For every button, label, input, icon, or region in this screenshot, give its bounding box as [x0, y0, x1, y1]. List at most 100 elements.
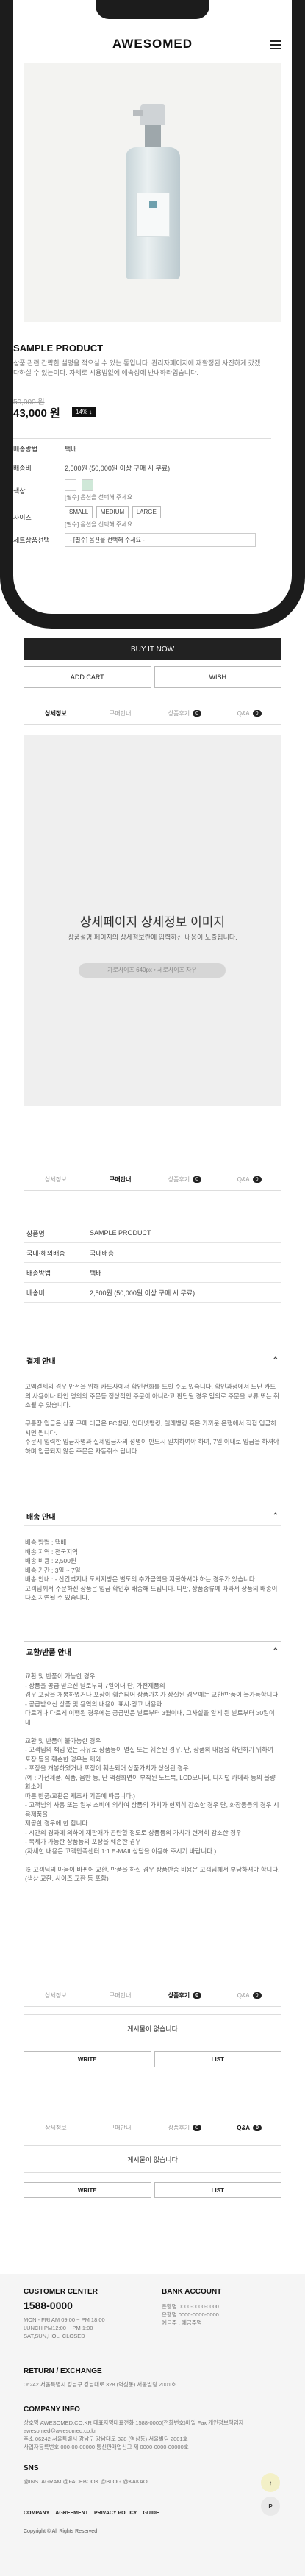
return-exchange-title: RETURN / EXCHANGE [24, 2367, 102, 2375]
tab-label: Q&A [237, 1992, 250, 1999]
size-button-medium[interactable]: MEDIUM [96, 505, 129, 518]
company-info-body: 상호명 AWESOMED.CO.KR 대표자명대표전화 1588-0000(전화… [24, 2419, 244, 2450]
section-title: 교환/반품 안내 [26, 1648, 71, 1657]
footer-link-agreement[interactable]: AGREEMENT [55, 2511, 88, 2516]
qna-tabs: 상세정보 구매안내 상품후기 0 Q&A 0 [24, 2117, 281, 2139]
tab-label: 상세정보 [45, 1992, 67, 1999]
qna-board-buttons: WRITE LIST [24, 2182, 281, 2198]
detail-image-placeholder: 상세페이지 상세정보 이미지 상품설명 페이지의 상세정보란에 입력하신 내용이… [24, 735, 281, 1106]
site-logo[interactable]: AWESOMED [13, 37, 292, 51]
tab-review[interactable]: 상품후기 0 [153, 1169, 218, 1190]
detail-title: 상세페이지 상세정보 이미지 [79, 915, 226, 929]
tab-qna[interactable]: Q&A 0 [217, 1169, 281, 1190]
product-info-table: 상품명 SAMPLE PRODUCT 국내·해외배송 국내배송 배송방법 택배 배송비… [24, 1223, 281, 1303]
tab-label: 상품후기 [168, 1992, 190, 1999]
footer-link-privacy[interactable]: PRIVACY POLICY [94, 2511, 137, 2516]
table-row: 국내·해외배송 국내배송 [24, 1243, 281, 1263]
bank-account-title: BANK ACCOUNT [162, 2288, 222, 2296]
sns-links[interactable]: @INSTAGRAM @FACEBOOK @BLOG @KAKAO [24, 2477, 148, 2486]
detail-size-hint: 가로사이즈 640px • 세로사이즈 자유 [79, 963, 226, 978]
tab-review[interactable]: 상품후기 0 [153, 1985, 218, 2006]
tab-review[interactable]: 상품후기 0 [153, 2117, 218, 2139]
info-key: 배송방법 [26, 1269, 51, 1277]
customer-center-phone[interactable]: 1588-0000 [24, 2300, 73, 2311]
exchange-guide-body: 교환 및 반품이 가능한 경우 - 상품을 공급 받으신 날로부터 7일이내 단… [25, 1672, 280, 1882]
qna-list-button[interactable]: LIST [154, 2182, 281, 2198]
tab-count-badge: 0 [252, 1992, 262, 1999]
size-button-large[interactable]: LARGE [132, 505, 161, 518]
tab-label: 상세정보 [45, 1176, 67, 1183]
review-tabs: 상세정보 구매안내 상품후기 0 Q&A 0 [24, 1985, 281, 2007]
tab-purchase-guide[interactable]: 구매안내 [88, 703, 153, 724]
tab-count-badge: 0 [253, 2125, 262, 2131]
info-key: 배송비 [26, 1289, 45, 1297]
tab-detail[interactable]: 상세정보 [24, 703, 88, 724]
tab-qna[interactable]: Q&A 0 [217, 2117, 281, 2139]
product-image [24, 63, 281, 322]
tab-purchase-guide[interactable]: 구매안내 [88, 2117, 153, 2139]
option-value: 2,500원 (50,000원 이상 구매 시 무료) [65, 464, 171, 472]
tab-label: Q&A [237, 1176, 250, 1183]
tab-purchase-guide[interactable]: 구매안내 [88, 1985, 153, 2006]
review-empty-message: 게시물이 없습니다 [24, 2014, 281, 2042]
set-product-select[interactable]: - [필수] 옵션을 선택해 주세요 - [65, 532, 256, 547]
section-title: 배송 안내 [26, 1513, 56, 1522]
info-value: 2,500원 (50,000원 이상 구매 시 무료) [90, 1289, 195, 1297]
tab-detail[interactable]: 상세정보 [24, 1985, 88, 2006]
delivery-guide-header[interactable]: 배송 안내 ⌃ [24, 1506, 281, 1526]
footer-link-company[interactable]: COMPANY [24, 2511, 49, 2516]
product-description: 상품 관련 간략한 설명을 적으실 수 있는 통입니다. 관리자페이지에 재활정… [13, 359, 261, 376]
tab-count-badge: 0 [193, 2125, 202, 2131]
option-label: 배송방법 [13, 445, 38, 453]
customer-center-hours: MON - FRI AM 09:00 ~ PM 18:00 LUNCH PM12… [24, 2316, 105, 2339]
option-label: 세트상품선택 [13, 536, 50, 544]
hamburger-menu-icon[interactable] [270, 40, 281, 49]
color-swatch-white[interactable] [65, 479, 76, 491]
p-badge-icon[interactable]: P [261, 2497, 280, 2516]
size-button-small[interactable]: SMALL [65, 505, 93, 518]
section-title: 결제 안내 [26, 1357, 56, 1366]
info-value: 택배 [90, 1269, 102, 1277]
option-shipping-row: 배송방법 택배 [13, 439, 271, 458]
color-swatch-mint[interactable] [81, 479, 93, 491]
option-color-row: 색상 [필수] 옵션을 선택해 주세요 [13, 477, 271, 504]
tab-label: 상품후기 [168, 2125, 190, 2131]
tab-detail[interactable]: 상세정보 [24, 1169, 88, 1190]
discount-badge: 14% ↓ [72, 407, 96, 417]
copyright: Copyright © All Rights Reserved [24, 2529, 98, 2534]
tab-detail[interactable]: 상세정보 [24, 2117, 88, 2139]
tab-count-badge: 0 [252, 710, 262, 717]
detail-tabs: 상세정보 구매안내 상품후기 0 Q&A 0 [24, 703, 281, 725]
exchange-guide-header[interactable]: 교환/반품 안내 ⌃ [24, 1641, 281, 1661]
qna-write-button[interactable]: WRITE [24, 2182, 151, 2198]
table-row: 배송비 2,500원 (50,000원 이상 구매 시 무료) [24, 1283, 281, 1303]
footer-links: COMPANY AGREEMENT PRIVACY POLICY GUIDE [24, 2511, 159, 2516]
buy-now-button[interactable]: BUY IT NOW [24, 638, 281, 660]
option-fee-row: 배송비 2,500원 (50,000원 이상 구매 시 무료) [13, 458, 271, 477]
option-label: 배송비 [13, 464, 32, 472]
scroll-top-icon[interactable]: ↑ [261, 2473, 280, 2492]
review-write-button[interactable]: WRITE [24, 2051, 151, 2067]
tab-label: 구매안내 [109, 1992, 132, 1999]
tab-label: 상세정보 [45, 710, 67, 717]
tab-label: Q&A [237, 2125, 251, 2131]
tab-review[interactable]: 상품후기 0 [153, 703, 218, 724]
footer-link-guide[interactable]: GUIDE [143, 2511, 159, 2516]
tab-label: 구매안내 [109, 1176, 132, 1183]
return-exchange-address: 06242 서울특별시 강남구 강남대로 328 (역삼동) 서울빌딩 2001… [24, 2381, 176, 2388]
payment-guide-header[interactable]: 결제 안내 ⌃ [24, 1350, 281, 1370]
tab-count-badge: 0 [252, 1176, 262, 1183]
tab-qna[interactable]: Q&A 0 [217, 703, 281, 724]
company-info-title: COMPANY INFO [24, 2405, 80, 2414]
tab-qna[interactable]: Q&A 0 [217, 1985, 281, 2006]
tab-label: Q&A [237, 710, 250, 717]
chevron-up-icon: ⌃ [272, 1647, 279, 1656]
option-label: 사이즈 [13, 513, 32, 521]
wish-button[interactable]: WISH [154, 666, 281, 688]
tab-count-badge: 0 [193, 1176, 202, 1183]
tab-purchase-guide[interactable]: 구매안내 [88, 1169, 153, 1190]
add-cart-button[interactable]: ADD CART [24, 666, 151, 688]
bank-account-info: 은행명 0000-0000-0000 은행명 0000-0000-0000 예금… [162, 2303, 219, 2326]
option-table: 배송방법 택배 배송비 2,500원 (50,000원 이상 구매 시 무료) … [13, 438, 271, 549]
review-list-button[interactable]: LIST [154, 2051, 281, 2067]
